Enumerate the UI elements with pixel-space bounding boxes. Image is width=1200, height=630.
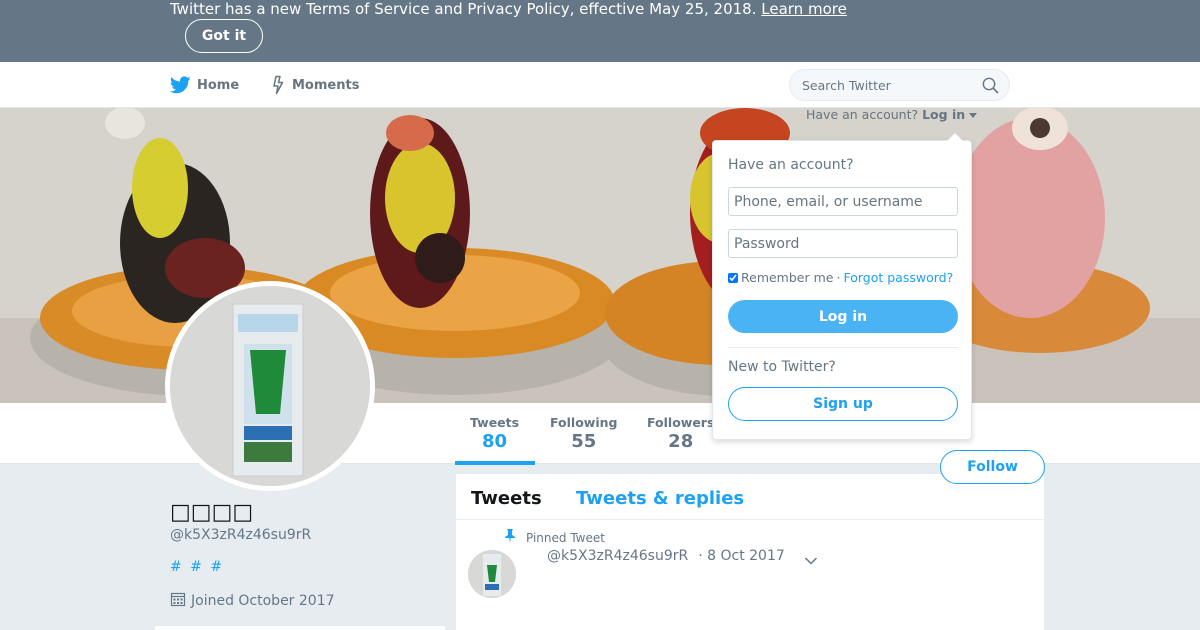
profile-avatar[interactable] <box>165 281 375 491</box>
got-it-button[interactable]: Got it <box>185 19 263 53</box>
lightning-icon <box>270 75 286 95</box>
remember-row: Remember me · Forgot password? <box>728 270 953 285</box>
login-link[interactable]: Log in <box>922 107 965 122</box>
stat-following-label: Following <box>550 415 618 430</box>
search-box <box>789 69 1010 101</box>
follow-button[interactable]: Follow <box>940 450 1045 484</box>
login-heading: Have an account? <box>728 157 854 173</box>
notice-message: Twitter has a new Terms of Service and P… <box>170 0 757 18</box>
profile-handle: @k5X3zR4z46su9rR <box>170 527 312 543</box>
nav-home-label: Home <box>197 77 240 93</box>
separator-dot: · <box>836 270 841 285</box>
sidebar-card <box>155 626 445 630</box>
password-field[interactable] <box>728 229 958 258</box>
profile-name: □□□□ <box>170 500 254 525</box>
search-icon[interactable] <box>982 77 999 98</box>
pinned-label-text: Pinned Tweet <box>526 530 605 545</box>
avatar-image <box>170 286 370 486</box>
remember-me-checkbox[interactable] <box>728 272 738 283</box>
profile-bio: # # # <box>170 559 225 575</box>
top-navigation: Home Moments <box>0 62 1200 108</box>
login-divider <box>728 347 958 348</box>
profile-joined: Joined October 2017 <box>170 591 335 611</box>
stat-following-value: 55 <box>571 431 597 452</box>
tab-tweets-replies[interactable]: Tweets & replies <box>576 488 744 509</box>
nav-moments-label: Moments <box>292 77 360 93</box>
stat-followers-label: Followers <box>647 415 715 430</box>
stat-tweets-label: Tweets <box>470 415 520 430</box>
search-input[interactable] <box>790 70 975 100</box>
tab-tweets[interactable]: Tweets <box>471 488 542 509</box>
username-field[interactable] <box>728 187 958 216</box>
login-button[interactable]: Log in <box>728 300 958 333</box>
avatar-art <box>170 286 370 486</box>
calendar-icon <box>170 591 186 611</box>
stat-following[interactable]: Following 55 <box>550 415 617 452</box>
login-prompt-text: Have an account? <box>806 107 919 122</box>
caret-down-icon <box>969 107 978 122</box>
tweet-avatar-art <box>468 550 516 598</box>
login-prompt: Have an account? Log in <box>806 107 978 122</box>
profile-joined-text: Joined October 2017 <box>191 593 335 609</box>
notice-text-line: Twitter has a new Terms of Service and P… <box>170 0 847 18</box>
timeline: Tweets Tweets & replies Pinned Tweet @k5… <box>456 474 1044 630</box>
tweet-date[interactable]: · 8 Oct 2017 <box>698 548 785 564</box>
nav-moments[interactable]: Moments <box>270 62 359 108</box>
new-to-twitter-heading: New to Twitter? <box>728 359 836 375</box>
stat-tweets-value: 80 <box>482 431 508 452</box>
tweet-meta: @k5X3zR4z46su9rR · 8 Oct 2017 <box>547 548 785 564</box>
signup-button[interactable]: Sign up <box>728 387 958 421</box>
tweet-avatar[interactable] <box>468 550 516 598</box>
twitter-bird-icon <box>170 76 191 94</box>
forgot-password-link[interactable]: Forgot password? <box>843 270 953 285</box>
stat-tweets[interactable]: Tweets 80 <box>470 415 519 452</box>
login-dropdown: Have an account? Remember me · Forgot pa… <box>712 133 972 440</box>
active-stat-underline <box>455 461 535 465</box>
nav-home[interactable]: Home <box>170 62 239 108</box>
remember-me-label: Remember me <box>741 270 834 285</box>
tweet-handle[interactable]: @k5X3zR4z46su9rR <box>547 548 688 564</box>
stat-followers-value: 28 <box>668 431 694 452</box>
pinned-tweet-label: Pinned Tweet <box>504 529 605 546</box>
learn-more-link[interactable]: Learn more <box>761 0 847 18</box>
notice-banner: Twitter has a new Terms of Service and P… <box>0 0 1200 62</box>
chevron-down-icon[interactable] <box>804 551 818 570</box>
stat-followers[interactable]: Followers 28 <box>647 415 714 452</box>
pin-icon <box>504 529 516 546</box>
